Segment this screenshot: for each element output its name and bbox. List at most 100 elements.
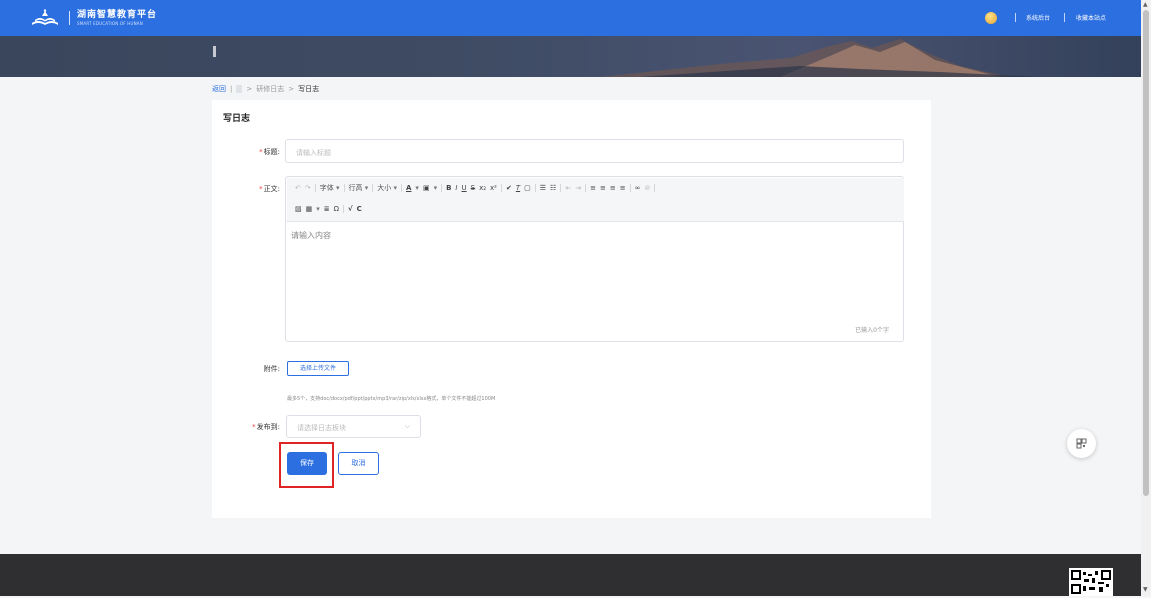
toolbar-divider: [534, 184, 536, 192]
indent-icon[interactable]: ⇥: [575, 184, 581, 192]
align-justify-icon[interactable]: ≡: [620, 184, 626, 192]
body-label-text: 正文:: [263, 185, 280, 193]
font-color-icon[interactable]: A: [406, 184, 411, 192]
publish-board-select[interactable]: 请选择日志板块 ⌵: [286, 415, 421, 438]
qrcode-icon: [1076, 438, 1087, 449]
system-admin-link[interactable]: 系统后台: [1026, 13, 1050, 22]
save-button[interactable]: 保存: [287, 452, 327, 475]
toolbar-divider: [441, 184, 443, 192]
chevron-down-icon[interactable]: ▾: [434, 184, 438, 192]
toolbar-divider: [560, 184, 562, 192]
title-input[interactable]: 请输入标题: [285, 139, 904, 163]
strikethrough-icon[interactable]: S: [471, 184, 475, 192]
brand-title: 湖南智慧教育平台: [77, 10, 158, 20]
attachment-label: 附件:: [263, 365, 280, 373]
required-mark: *: [259, 185, 263, 193]
scrollbar-thumb[interactable]: [1143, 10, 1149, 496]
line-height-dropdown[interactable]: 行高 ▾: [349, 183, 369, 193]
outdent-icon[interactable]: ⇤: [565, 184, 571, 192]
format-painter-icon[interactable]: ✔: [506, 184, 512, 192]
chevron-down-icon: ⌵: [404, 422, 410, 430]
line-height-label: 行高: [348, 184, 363, 192]
chevron-down-icon: ▾: [364, 184, 369, 192]
table-icon[interactable]: ▦: [306, 205, 313, 213]
breadcrumb-chevron-icon: >: [288, 85, 295, 93]
toolbar-divider: [314, 184, 316, 192]
breadcrumb-placeholder: [236, 85, 243, 93]
special-char-icon[interactable]: Ω: [334, 205, 339, 213]
title-placeholder: 请输入标题: [296, 149, 331, 157]
back-link[interactable]: 返回: [212, 84, 226, 94]
qr-float-button[interactable]: [1067, 429, 1096, 458]
cancel-button[interactable]: 取消: [338, 452, 379, 475]
title-label-text: 标题:: [263, 148, 280, 156]
toolbar-divider: [500, 184, 502, 192]
editor-placeholder: 请输入内容: [291, 231, 331, 240]
toolbar-divider: [401, 184, 402, 192]
font-family-dropdown[interactable]: 字体 ▾: [320, 183, 340, 193]
logo-divider: [69, 11, 70, 25]
user-avatar[interactable]: [985, 12, 997, 24]
chevron-down-icon[interactable]: ▾: [415, 184, 419, 192]
copyright-icon[interactable]: C: [357, 205, 362, 213]
link-icon[interactable]: ∞: [635, 184, 641, 192]
image-icon[interactable]: ▨: [295, 205, 302, 213]
toolbar-divider: [343, 184, 345, 192]
mountain-banner: [0, 36, 1141, 77]
toolbar-divider: [585, 184, 587, 192]
align-center-icon[interactable]: ≡: [600, 184, 606, 192]
rich-text-editor[interactable]: ↶ ↷ 字体 ▾ 行高 ▾ 大小 ▾ A ▾ ▣ ▾ B I U S x₂ x² ✔…: [285, 176, 904, 342]
align-right-icon[interactable]: ≡: [610, 184, 616, 192]
chevron-down-icon: ▾: [335, 184, 340, 192]
top-divider: [1064, 13, 1065, 22]
mountain-illustration: [600, 39, 1040, 77]
scroll-up-icon[interactable]: ▲: [1143, 1, 1148, 8]
book-logo-icon[interactable]: [31, 9, 59, 27]
required-mark: *: [259, 148, 263, 156]
toolbar-divider: [372, 184, 374, 192]
breadcrumb: 返回 | > 研修日志 > 写日志: [212, 84, 319, 94]
unlink-icon[interactable]: ⊘: [644, 184, 650, 192]
horizontal-rule-icon[interactable]: ≣: [324, 205, 330, 213]
toolbar-divider: [629, 184, 631, 192]
footer-qrcode-image: [1069, 568, 1113, 596]
body-label: *正文:: [236, 184, 280, 194]
font-size-dropdown[interactable]: 大小 ▾: [377, 183, 397, 193]
top-nav-bar: 湖南智慧教育平台 SMART EDUCATION OF HUNAN 系统后台 收…: [0, 0, 1141, 36]
unordered-list-icon[interactable]: ☷: [550, 184, 556, 192]
breadcrumb-separator: |: [230, 85, 233, 93]
breadcrumb-chevron-icon: >: [246, 85, 253, 93]
bookmark-site-link[interactable]: 收藏本站点: [1076, 13, 1106, 22]
italic-icon[interactable]: I: [455, 184, 457, 192]
align-left-icon[interactable]: ≡: [590, 184, 596, 192]
breadcrumb-parent[interactable]: 研修日志: [256, 84, 284, 94]
toolbar-row-1: ↶ ↷ 字体 ▾ 行高 ▾ 大小 ▾ A ▾ ▣ ▾ B I U S x₂ x² ✔…: [295, 183, 656, 193]
scroll-down-icon[interactable]: ▼: [1143, 586, 1148, 593]
chevron-down-icon[interactable]: ▾: [316, 205, 320, 213]
redo-icon[interactable]: ↷: [305, 184, 311, 192]
superscript-icon[interactable]: x²: [490, 184, 497, 192]
upload-file-button[interactable]: 选择上传文件: [287, 361, 349, 376]
page-title: 写日志: [223, 114, 251, 124]
title-label: *标题:: [236, 147, 280, 157]
undo-icon[interactable]: ↶: [295, 184, 301, 192]
bold-icon[interactable]: B: [446, 184, 451, 192]
publish-label-text: 发布到:: [256, 423, 280, 431]
breadcrumb-current: 写日志: [298, 85, 320, 93]
vertical-scrollbar[interactable]: ▲ ▼: [1141, 0, 1151, 596]
formula-icon[interactable]: √: [348, 205, 353, 213]
font-family-label: 字体: [319, 184, 334, 192]
required-mark: *: [252, 423, 256, 431]
paste-plain-icon[interactable]: ▢: [524, 184, 531, 192]
subscript-icon[interactable]: x₂: [479, 184, 486, 192]
page-footer: [0, 554, 1141, 596]
background-color-icon[interactable]: ▣: [423, 184, 430, 192]
underline-icon[interactable]: U: [462, 184, 467, 192]
top-divider: [1015, 13, 1016, 22]
publish-label: *发布到:: [230, 422, 280, 432]
publish-placeholder: 请选择日志板块: [297, 424, 346, 432]
ordered-list-icon[interactable]: ☰: [540, 184, 546, 192]
upload-hint: 最多5个，支持doc/docx/pdf/ppt/pptx/mp3/rar/zip…: [287, 396, 496, 402]
clear-format-icon[interactable]: T: [516, 184, 520, 192]
toolbar-divider: [343, 205, 344, 213]
